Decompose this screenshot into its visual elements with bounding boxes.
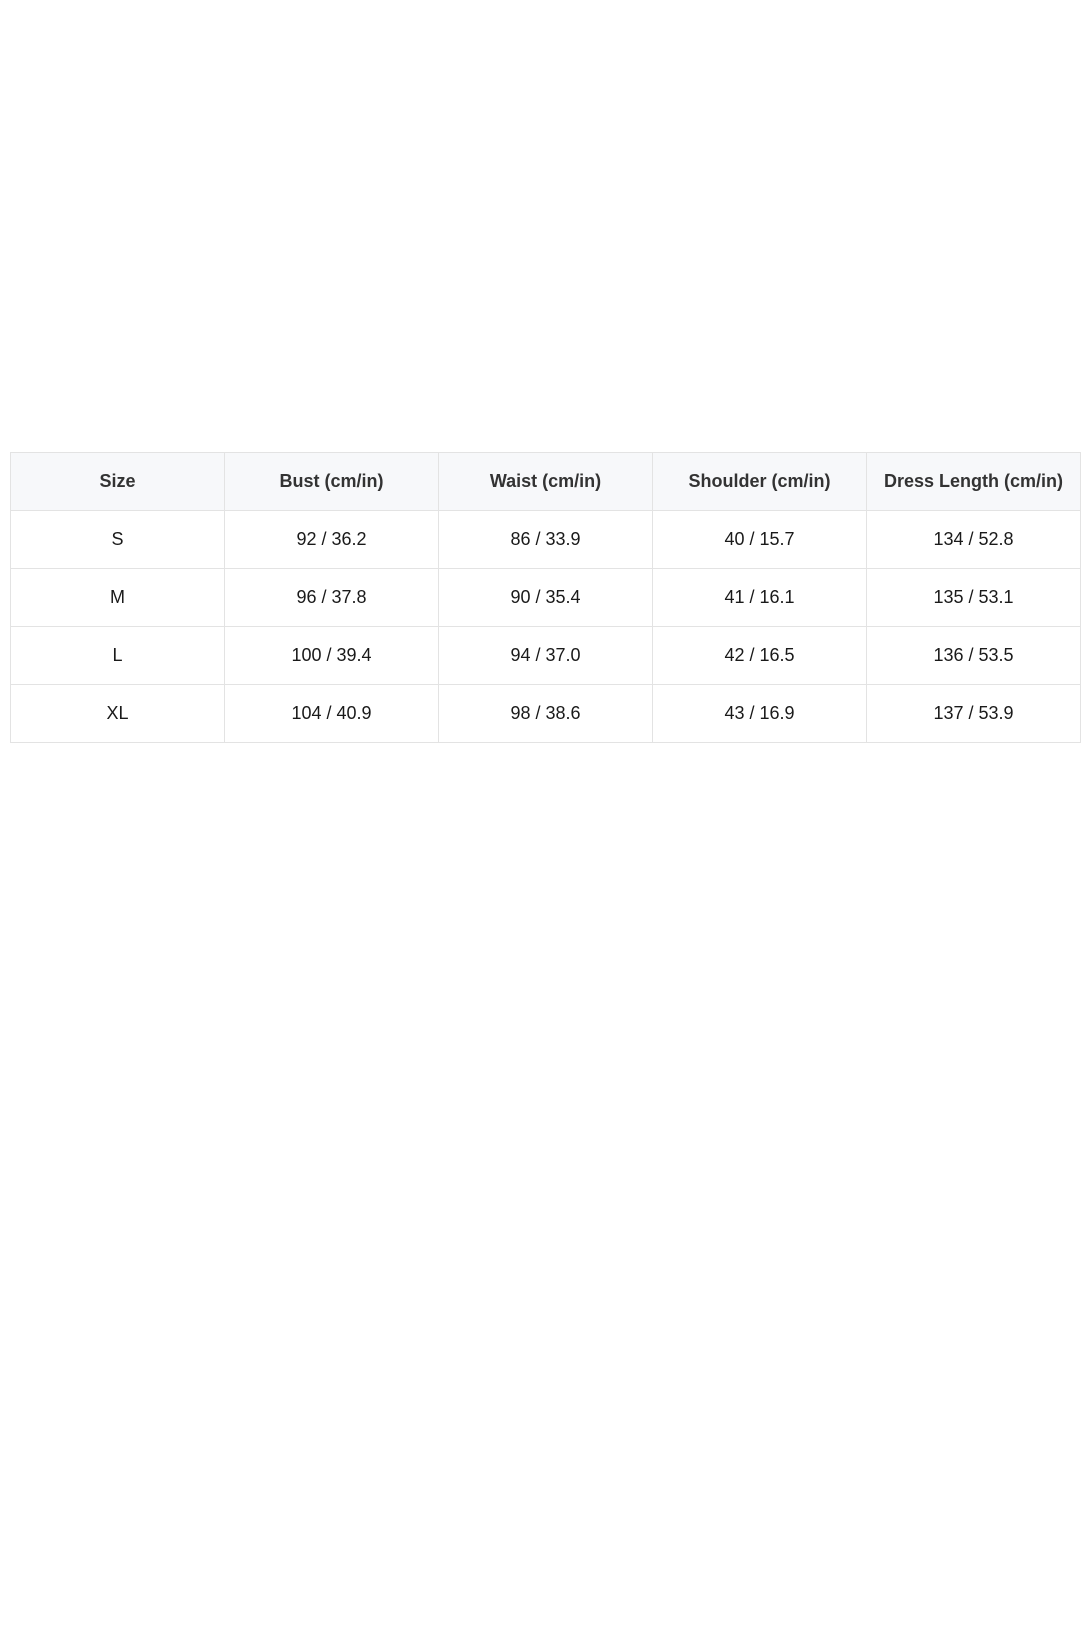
cell-dress-length: 135 / 53.1 [866, 568, 1081, 627]
cell-shoulder: 42 / 16.5 [652, 626, 867, 685]
size-chart-table: Size Bust (cm/in) Waist (cm/in) Shoulder… [10, 452, 1081, 743]
header-bust: Bust (cm/in) [224, 452, 439, 511]
table-row: L 100 / 39.4 94 / 37.0 42 / 16.5 136 / 5… [10, 626, 1081, 685]
table-header-row: Size Bust (cm/in) Waist (cm/in) Shoulder… [10, 452, 1081, 511]
table-row: M 96 / 37.8 90 / 35.4 41 / 16.1 135 / 53… [10, 568, 1081, 627]
cell-waist: 90 / 35.4 [438, 568, 653, 627]
cell-bust: 104 / 40.9 [224, 684, 439, 743]
cell-size: M [10, 568, 225, 627]
cell-bust: 100 / 39.4 [224, 626, 439, 685]
cell-dress-length: 136 / 53.5 [866, 626, 1081, 685]
cell-bust: 96 / 37.8 [224, 568, 439, 627]
cell-size: XL [10, 684, 225, 743]
cell-dress-length: 137 / 53.9 [866, 684, 1081, 743]
cell-shoulder: 40 / 15.7 [652, 510, 867, 569]
header-waist: Waist (cm/in) [438, 452, 653, 511]
cell-waist: 86 / 33.9 [438, 510, 653, 569]
table-row: S 92 / 36.2 86 / 33.9 40 / 15.7 134 / 52… [10, 510, 1081, 569]
header-dress-length: Dress Length (cm/in) [866, 452, 1081, 511]
cell-size: L [10, 626, 225, 685]
header-size: Size [10, 452, 225, 511]
cell-waist: 94 / 37.0 [438, 626, 653, 685]
cell-shoulder: 43 / 16.9 [652, 684, 867, 743]
cell-size: S [10, 510, 225, 569]
cell-dress-length: 134 / 52.8 [866, 510, 1081, 569]
cell-waist: 98 / 38.6 [438, 684, 653, 743]
header-shoulder: Shoulder (cm/in) [652, 452, 867, 511]
cell-bust: 92 / 36.2 [224, 510, 439, 569]
cell-shoulder: 41 / 16.1 [652, 568, 867, 627]
table-row: XL 104 / 40.9 98 / 38.6 43 / 16.9 137 / … [10, 684, 1081, 743]
